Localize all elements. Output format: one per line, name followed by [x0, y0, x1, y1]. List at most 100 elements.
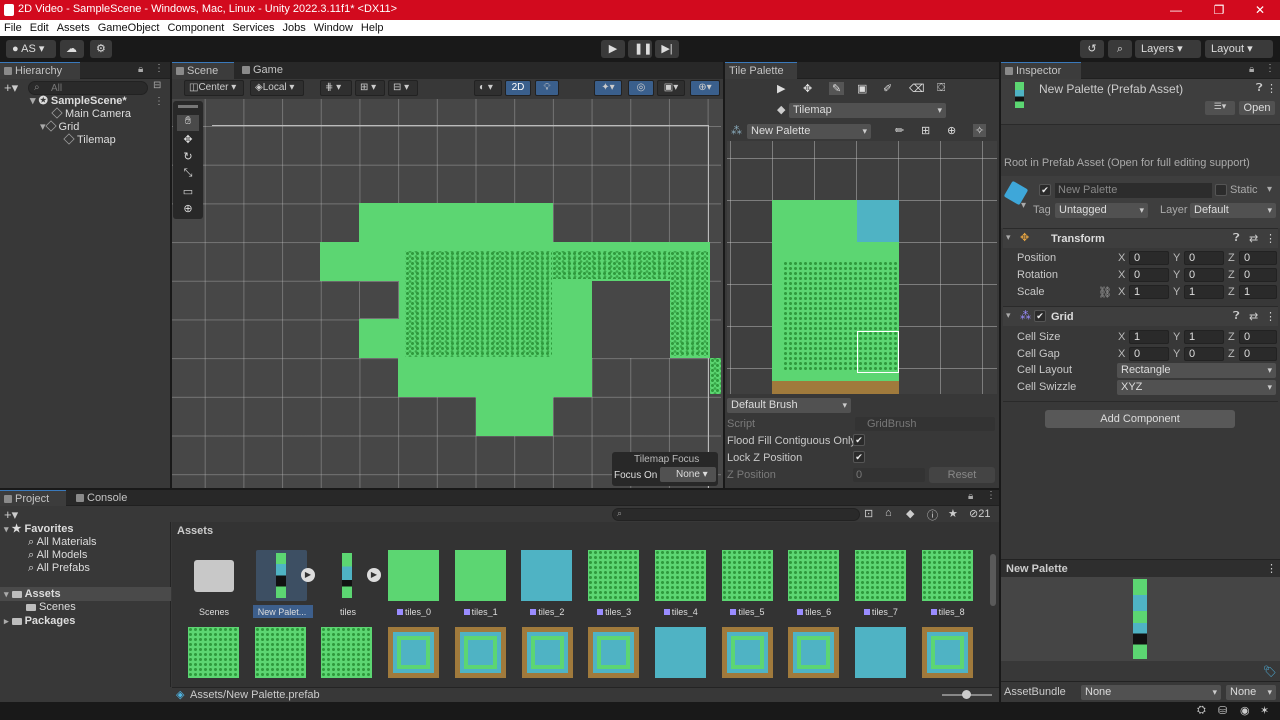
- box-fill-icon[interactable]: ▣: [857, 82, 867, 95]
- tile-thumbnail[interactable]: [254, 627, 306, 678]
- menu-edit[interactable]: Edit: [26, 20, 53, 34]
- transform-scale-y-field[interactable]: 1: [1184, 285, 1224, 299]
- scrollbar[interactable]: [990, 554, 996, 606]
- 2d-toggle[interactable]: 2D: [505, 80, 531, 96]
- menu-jobs[interactable]: Jobs: [279, 20, 310, 34]
- grid-header[interactable]: ▾ ⁂ ✔ Grid ❓︎ ⇄ ⋮: [1003, 306, 1278, 326]
- more-icon[interactable]: ⋮: [154, 63, 164, 74]
- gizmos-toggle-icon[interactable]: ⊕: [947, 124, 956, 137]
- constrain-proportions-icon[interactable]: ⛓: [1098, 286, 1112, 299]
- create-icon[interactable]: +▾: [4, 507, 18, 523]
- tab-game[interactable]: Game: [238, 62, 298, 79]
- tile-thumbnail[interactable]: [388, 627, 440, 678]
- cell-gap-z-field[interactable]: 0: [1239, 347, 1277, 361]
- project-search-input[interactable]: ⌕: [612, 508, 860, 521]
- palette-dropdown[interactable]: New Palette: [747, 124, 871, 139]
- favorites-folder[interactable]: ▾ ★ Favorites: [4, 523, 73, 536]
- maximize-button[interactable]: ❐: [1211, 2, 1227, 18]
- tile-thumbnail[interactable]: [588, 627, 640, 678]
- favorite-all-models[interactable]: ⌕ All Models: [28, 549, 87, 562]
- tile-thumbnail[interactable]: [654, 627, 706, 678]
- packages-folder[interactable]: ▸ Packages: [4, 615, 75, 628]
- tab-project[interactable]: Project: [0, 490, 66, 506]
- lock-icon[interactable]: 🔒︎: [138, 64, 143, 75]
- preset-icon[interactable]: ⇄: [1249, 310, 1258, 323]
- select-tool-icon[interactable]: ▶: [777, 82, 785, 95]
- tile-thumbnail[interactable]: [788, 627, 840, 678]
- transform-scale-x-field[interactable]: 1: [1129, 285, 1169, 299]
- tile-thumbnail[interactable]: [721, 627, 773, 678]
- hierarchy-item-main-camera[interactable]: Main Camera: [51, 107, 131, 121]
- tab-tile-palette[interactable]: Tile Palette: [725, 62, 797, 79]
- tab-hierarchy[interactable]: Hierarchy: [0, 62, 80, 79]
- menu-file[interactable]: File: [0, 20, 26, 34]
- picker-icon[interactable]: ✐: [883, 82, 892, 95]
- account-button[interactable]: ● AS ▾: [6, 40, 56, 58]
- transform-tool-icon[interactable]: ⊕: [177, 202, 199, 218]
- transform-rotation-x-field[interactable]: 0: [1129, 268, 1169, 282]
- help-icon[interactable]: ❓︎: [1233, 310, 1240, 323]
- lighting-icon[interactable]: 💡︎: [535, 80, 559, 96]
- hierarchy-item-samplescene[interactable]: ▾ ✪ SampleScene*: [30, 95, 127, 108]
- search-by-type-icon[interactable]: ⊡: [864, 507, 873, 520]
- focus-on-dropdown[interactable]: None ▾: [660, 467, 716, 482]
- close-button[interactable]: ✕: [1252, 2, 1268, 18]
- transform-position-x-field[interactable]: 0: [1129, 251, 1169, 265]
- search-icon[interactable]: ⌕: [1108, 40, 1132, 58]
- menu-icon[interactable]: ⋮: [1266, 82, 1277, 95]
- hierarchy-item-tilemap[interactable]: Tilemap: [63, 133, 116, 147]
- rect-tool-icon[interactable]: ▭: [177, 185, 199, 201]
- transform-rotation-y-field[interactable]: 0: [1184, 268, 1224, 282]
- move-tool-icon[interactable]: ✥: [177, 133, 199, 149]
- menu-gameobject[interactable]: GameObject: [94, 20, 164, 34]
- rotate-tool-icon[interactable]: ↻: [177, 150, 199, 166]
- cache-icon[interactable]: ⛁: [1218, 704, 1227, 717]
- gizmos-icon[interactable]: ⊕▾: [690, 80, 720, 96]
- cloud-icon[interactable]: ☁: [60, 40, 84, 58]
- view-options-icon[interactable]: ☰▾: [1205, 101, 1235, 115]
- active-checkbox[interactable]: ✔: [1039, 184, 1051, 196]
- hand-tool-icon[interactable]: ✋︎: [177, 115, 199, 131]
- tile-thumbnail[interactable]: [321, 627, 373, 678]
- hierarchy-options-icon[interactable]: ⊟: [153, 80, 161, 91]
- favorite-icon[interactable]: ★: [948, 507, 958, 520]
- collab-icon[interactable]: ⚙: [90, 40, 112, 58]
- lock-icon[interactable]: 🔒︎: [1249, 64, 1254, 75]
- more-icon[interactable]: ⋮: [1265, 63, 1275, 74]
- shading-mode-icon[interactable]: ◐ ▾: [474, 80, 502, 96]
- expand-sprite-icon[interactable]: ▶: [367, 568, 381, 582]
- favorite-all-materials[interactable]: ⌕ All Materials: [28, 536, 97, 549]
- flood-fill-checkbox[interactable]: ✔: [853, 434, 865, 446]
- fill-icon[interactable]: ⛋: [937, 82, 945, 95]
- add-component-button[interactable]: Add Component: [1045, 410, 1235, 428]
- minimize-button[interactable]: —: [1168, 2, 1184, 18]
- brush-dropdown[interactable]: Default Brush: [727, 398, 851, 413]
- tab-inspector[interactable]: Inspector: [1001, 62, 1081, 79]
- cell-size-y-field[interactable]: 1: [1184, 330, 1224, 344]
- assets-folder[interactable]: ▾ Assets: [4, 588, 61, 601]
- tile-thumbnail[interactable]: [188, 627, 239, 678]
- asset-bundle-dropdown[interactable]: None: [1081, 685, 1221, 700]
- tile-thumbnail[interactable]: [454, 627, 506, 678]
- transform-rotation-z-field[interactable]: 0: [1239, 268, 1277, 282]
- menu-icon[interactable]: ⋮: [1266, 562, 1277, 575]
- save-search-icon[interactable]: ◆: [906, 507, 914, 520]
- scale-tool-icon[interactable]: ⤡: [177, 167, 199, 183]
- history-icon[interactable]: ↺: [1080, 40, 1104, 58]
- cell-gap-x-field[interactable]: 0: [1129, 347, 1169, 361]
- favorite-all-prefabs[interactable]: ⌕ All Prefabs: [28, 562, 90, 575]
- open-prefab-button[interactable]: Open: [1239, 101, 1275, 115]
- grid-visibility-icon[interactable]: ⊞ ▾: [355, 80, 385, 96]
- camera-icon[interactable]: ▣▾: [657, 80, 685, 96]
- menu-icon[interactable]: ⋮: [1265, 232, 1276, 245]
- transform-position-y-field[interactable]: 0: [1184, 251, 1224, 265]
- layout-dropdown[interactable]: Layout ▾: [1205, 40, 1273, 58]
- cell-swizzle-dropdown[interactable]: XYZ: [1117, 380, 1276, 395]
- menu-component[interactable]: Component: [163, 20, 228, 34]
- transform-header[interactable]: ▾ ✥ Transform ❓︎ ⇄ ⋮: [1003, 228, 1278, 248]
- step-button[interactable]: ▶|: [655, 40, 679, 58]
- tab-scene[interactable]: Scene: [172, 62, 234, 79]
- tile-thumbnail[interactable]: [921, 627, 973, 678]
- tile-thumbnail[interactable]: [521, 627, 573, 678]
- effects-icon[interactable]: ✦▾: [594, 80, 622, 96]
